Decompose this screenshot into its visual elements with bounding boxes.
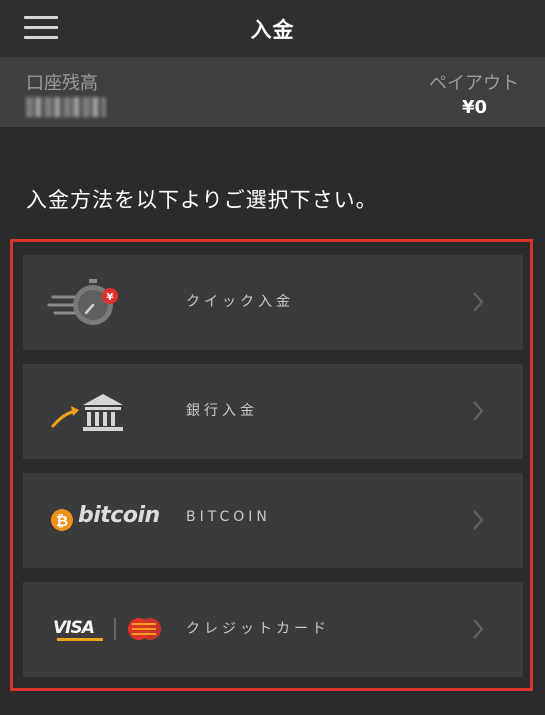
method-quick-deposit[interactable]: ¥ クイック入金	[23, 255, 523, 350]
account-balance-value-redacted	[26, 97, 106, 117]
chevron-right-icon	[473, 401, 484, 421]
method-bitcoin[interactable]: ₿ bitcoin BITCOIN	[23, 473, 523, 568]
top-header: 入金	[0, 0, 545, 57]
balance-bar: 口座残高 ペイアウト ¥0	[0, 57, 545, 127]
instruction-text: 入金方法を以下よりご選択下さい。	[26, 188, 378, 212]
deposit-methods-panel: ¥ クイック入金 銀行入金 ₿ bitcoin BITCOIN VISA クレジ…	[10, 239, 533, 691]
svg-text:₿: ₿	[56, 512, 68, 530]
account-balance-label: 口座残高	[26, 73, 98, 94]
page-title: 入金	[250, 18, 295, 42]
method-bank-deposit[interactable]: 銀行入金	[23, 364, 523, 459]
bank-icon	[51, 394, 123, 431]
chevron-right-icon	[473, 292, 484, 312]
method-label: クレジットカード	[186, 621, 330, 637]
mastercard-logo	[57, 618, 161, 641]
svg-text:¥: ¥	[107, 292, 114, 303]
method-label: 銀行入金	[186, 403, 258, 419]
bitcoin-icon: ₿	[51, 509, 73, 531]
quick-deposit-icon: ¥	[47, 279, 118, 325]
payout-label: ペイアウト	[429, 73, 519, 94]
method-label: BITCOIN	[186, 509, 271, 525]
chevron-right-icon	[473, 510, 484, 530]
method-label: クイック入金	[186, 294, 294, 310]
bitcoin-logo-text: bitcoin	[78, 503, 160, 528]
method-credit-card[interactable]: VISA クレジットカード	[23, 582, 523, 677]
payout-value: ¥0	[461, 97, 487, 118]
chevron-right-icon	[473, 619, 484, 639]
